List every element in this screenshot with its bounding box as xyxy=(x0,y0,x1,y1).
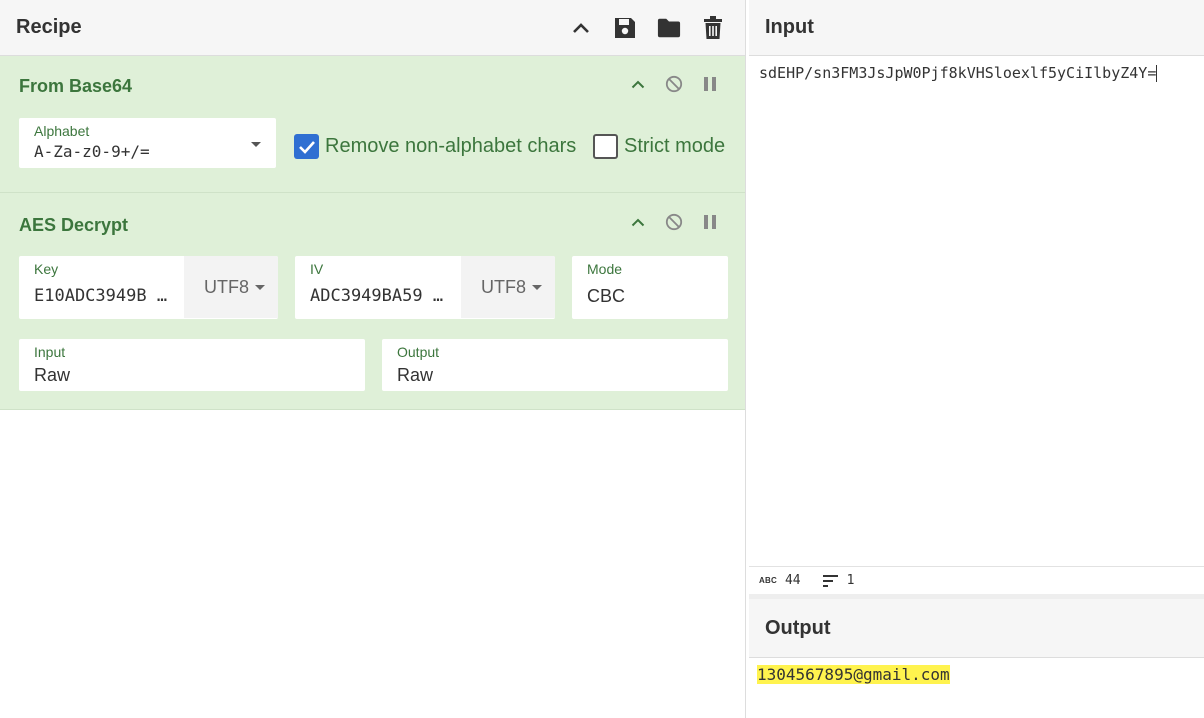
input-pane: Input sdEHP/sn3FM3JsJpW0Pjf8kVHSloexlf5y… xyxy=(749,0,1204,594)
collapse-chevron-icon[interactable] xyxy=(629,213,647,231)
checkbox-unchecked-icon[interactable] xyxy=(593,134,618,159)
input-header: Input xyxy=(749,0,1204,56)
iv-field[interactable]: IV ADC3949BA59 … UTF8 xyxy=(295,256,555,319)
save-icon[interactable] xyxy=(613,16,637,40)
operation-controls xyxy=(629,75,719,93)
checkbox-checked-icon[interactable] xyxy=(294,134,319,159)
input-format-select[interactable]: Input Raw xyxy=(19,339,365,391)
iv-encoding-dropdown[interactable]: UTF8 xyxy=(461,256,555,318)
mode-label: Mode xyxy=(587,261,623,277)
alphabet-label: Alphabet xyxy=(34,123,90,139)
mode-select[interactable]: Mode CBC xyxy=(572,256,728,319)
key-input[interactable]: E10ADC3949B … xyxy=(34,286,182,306)
iv-label: IV xyxy=(310,261,324,277)
lines-status: 1 xyxy=(822,573,855,588)
key-field[interactable]: Key E10ADC3949B … UTF8 xyxy=(19,256,278,319)
recipe-header-icons xyxy=(569,15,725,40)
input-status-bar: ABC 44 1 xyxy=(749,566,1204,594)
cyberchef-app: Recipe From Base64 Alphabet A-Za-z0-9+/=… xyxy=(0,0,1204,718)
remove-non-alphabet-checkbox[interactable]: Remove non-alphabet chars xyxy=(294,134,576,159)
chevron-down-icon xyxy=(251,142,261,147)
output-header: Output xyxy=(749,599,1204,658)
length-status: ABC 44 xyxy=(759,573,801,588)
operation-title: AES Decrypt xyxy=(19,215,129,235)
input-title: Input xyxy=(765,16,814,38)
pause-icon[interactable] xyxy=(701,213,719,231)
lines-icon xyxy=(822,574,838,587)
iv-input[interactable]: ADC3949BA59 … xyxy=(310,286,460,306)
pause-icon[interactable] xyxy=(701,75,719,93)
input-lines: 1 xyxy=(846,573,855,588)
input-format-label: Input xyxy=(34,344,66,360)
input-length: 44 xyxy=(784,573,801,588)
disable-icon[interactable] xyxy=(665,75,683,93)
recipe-pane: Recipe From Base64 Alphabet A-Za-z0-9+/=… xyxy=(0,0,746,718)
chevron-down-icon xyxy=(532,284,542,290)
recipe-title: Recipe xyxy=(16,16,82,38)
trash-icon[interactable] xyxy=(701,15,725,40)
collapse-chevron-icon[interactable] xyxy=(629,75,647,93)
disable-icon[interactable] xyxy=(665,213,683,231)
alphabet-value: A-Za-z0-9+/= xyxy=(34,142,150,161)
alphabet-select[interactable]: Alphabet A-Za-z0-9+/= xyxy=(19,118,276,168)
output-format-value: Raw xyxy=(397,365,434,385)
operation-from-base64[interactable]: From Base64 Alphabet A-Za-z0-9+/= Remove… xyxy=(0,56,745,193)
operation-controls xyxy=(629,213,719,231)
operation-aes-decrypt[interactable]: AES Decrypt Key E10ADC3949B … UTF8 IV AD… xyxy=(0,193,745,410)
strict-mode-checkbox[interactable]: Strict mode xyxy=(593,134,725,159)
input-text: sdEHP/sn3FM3JsJpW0Pjf8kVHSloexlf5yCiIlby… xyxy=(759,64,1157,82)
mode-value: CBC xyxy=(587,286,626,306)
output-text[interactable]: 1304567895@gmail.com xyxy=(757,665,950,684)
abc-length-icon: ABC xyxy=(759,576,777,585)
output-pane: Output 1304567895@gmail.com xyxy=(749,599,1204,718)
output-format-label: Output xyxy=(397,344,440,360)
key-encoding-dropdown[interactable]: UTF8 xyxy=(184,256,278,318)
operation-title: From Base64 xyxy=(19,76,133,96)
folder-icon[interactable] xyxy=(657,16,681,40)
output-title: Output xyxy=(765,616,831,639)
iv-encoding-value: UTF8 xyxy=(481,276,526,297)
remove-non-alphabet-label: Remove non-alphabet chars xyxy=(325,135,577,157)
output-format-select[interactable]: Output Raw xyxy=(382,339,728,391)
recipe-header: Recipe xyxy=(0,0,745,56)
strict-mode-label: Strict mode xyxy=(624,135,726,157)
text-cursor xyxy=(1156,65,1158,82)
input-textarea[interactable]: sdEHP/sn3FM3JsJpW0Pjf8kVHSloexlf5yCiIlby… xyxy=(759,64,1158,82)
chevron-down-icon xyxy=(255,284,265,290)
input-format-value: Raw xyxy=(34,365,71,385)
chevron-up-icon[interactable] xyxy=(569,16,593,40)
key-label: Key xyxy=(34,261,59,277)
key-encoding-value: UTF8 xyxy=(204,276,249,297)
